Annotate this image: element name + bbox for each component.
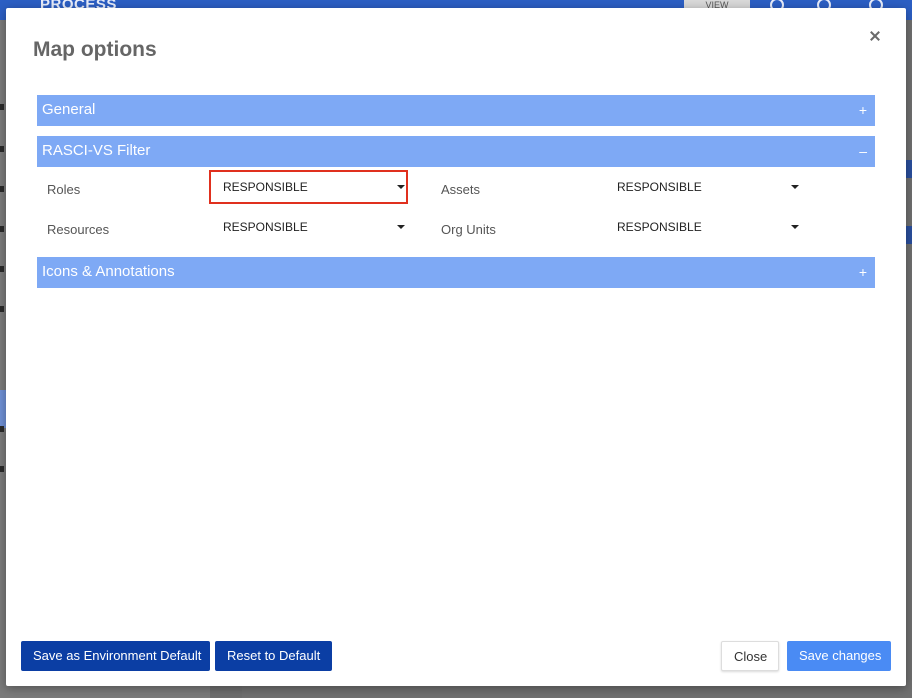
resources-label: Resources (47, 222, 110, 237)
assets-select[interactable]: RESPONSIBLE (617, 176, 803, 198)
roles-select-highlight (209, 170, 408, 204)
section-icons-header[interactable]: Icons & Annotations + (37, 257, 875, 288)
assets-label: Assets (441, 182, 481, 197)
dialog-title: Map options (33, 38, 157, 61)
caret-down-icon (397, 225, 405, 229)
section-general-header[interactable]: General + (37, 95, 875, 126)
org-units-select-value: RESPONSIBLE (617, 220, 702, 234)
section-rasci-header[interactable]: RASCI-VS Filter – (37, 136, 875, 167)
resources-select[interactable]: RESPONSIBLE (223, 216, 409, 238)
left-tick (0, 226, 4, 232)
left-tick (0, 466, 4, 472)
roles-label: Roles (47, 182, 81, 197)
section-icons-label: Icons & Annotations (42, 263, 175, 280)
left-tick (0, 426, 4, 432)
right-edge-marker (906, 226, 912, 244)
plus-icon[interactable]: + (859, 95, 867, 126)
save-environment-default-button[interactable]: Save as Environment Default (21, 641, 210, 671)
assets-select-value: RESPONSIBLE (617, 180, 702, 194)
left-tick (0, 186, 4, 192)
caret-down-icon (791, 185, 799, 189)
plus-icon[interactable]: + (859, 257, 867, 288)
left-tick (0, 104, 4, 110)
reset-default-button[interactable]: Reset to Default (215, 641, 332, 671)
section-rasci-label: RASCI-VS Filter (42, 142, 151, 159)
map-options-dialog: Map options General + RASCI-VS Filter – … (6, 8, 906, 686)
left-tick (0, 146, 4, 152)
left-tick (0, 266, 4, 272)
close-button[interactable]: Close (721, 641, 779, 671)
section-general-label: General (42, 101, 96, 118)
close-icon[interactable] (868, 30, 882, 44)
left-tick (0, 306, 4, 312)
minus-icon[interactable]: – (859, 136, 867, 167)
caret-down-icon (791, 225, 799, 229)
resources-select-value: RESPONSIBLE (223, 220, 308, 234)
org-units-label: Org Units (441, 222, 496, 237)
right-edge-marker (906, 160, 912, 178)
org-units-select[interactable]: RESPONSIBLE (617, 216, 803, 238)
save-changes-button[interactable]: Save changes (787, 641, 891, 671)
